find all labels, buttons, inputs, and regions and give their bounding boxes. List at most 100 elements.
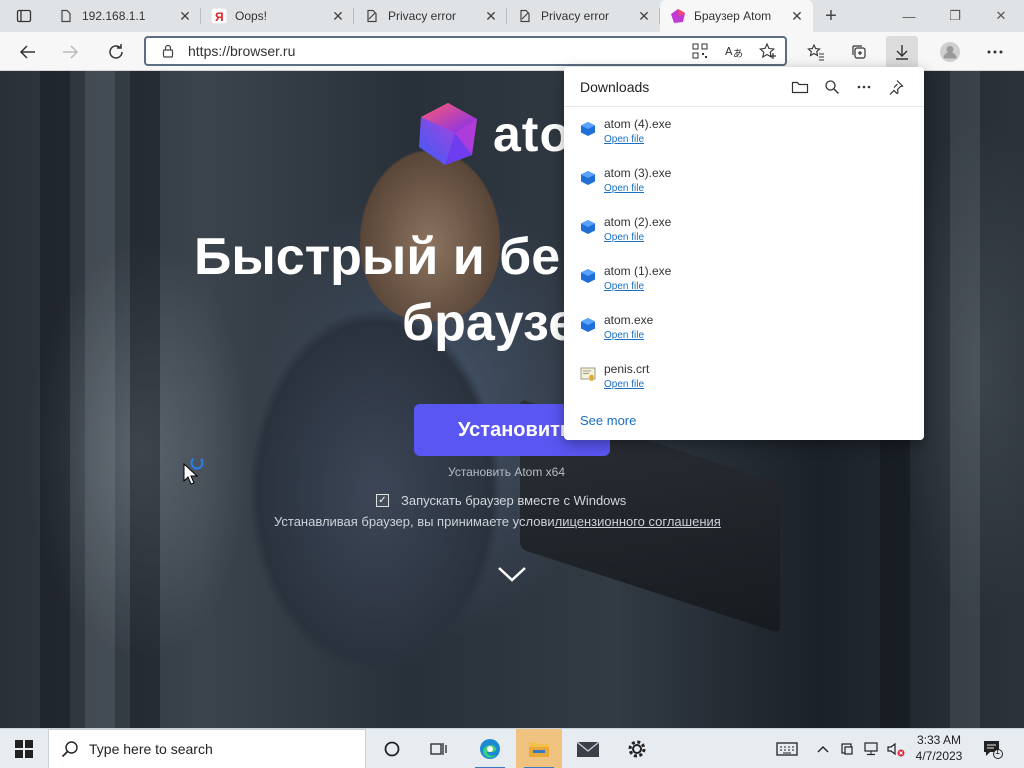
network-tray-icon[interactable] xyxy=(860,729,882,768)
gear-icon xyxy=(628,740,646,758)
tab-actions-button[interactable] xyxy=(0,0,48,32)
folder-icon xyxy=(529,742,549,757)
background-decoration xyxy=(40,71,70,728)
pin-downloads-button[interactable] xyxy=(880,71,912,103)
cortana-icon xyxy=(384,741,400,757)
downloads-more-button[interactable] xyxy=(848,71,880,103)
minimize-button[interactable]: — xyxy=(886,0,932,32)
close-icon[interactable]: ✕ xyxy=(636,8,652,24)
edge-icon xyxy=(480,739,500,759)
downloads-header: Downloads xyxy=(564,67,924,107)
task-view-button[interactable] xyxy=(416,729,462,768)
profile-button[interactable] xyxy=(934,36,966,68)
start-button[interactable] xyxy=(0,729,48,768)
tab-privacy-error[interactable]: Privacy error ✕ xyxy=(507,0,660,32)
settings-taskbar-button[interactable] xyxy=(614,729,660,768)
certificate-icon xyxy=(580,367,596,382)
tab-192-168-1-1[interactable]: 192.168.1.1 ✕ xyxy=(48,0,201,32)
install-x64-link[interactable]: Установить Atom x64 xyxy=(448,465,565,479)
download-file-name: atom (1).exe xyxy=(604,264,672,278)
tab-atom-browser[interactable]: Браузер Atom ✕ xyxy=(660,0,813,32)
scroll-down-button[interactable] xyxy=(497,565,527,588)
close-icon[interactable]: ✕ xyxy=(177,8,193,24)
mail-taskbar-button[interactable] xyxy=(565,729,611,768)
download-item[interactable]: penis.crt Open file xyxy=(564,352,924,401)
address-bar[interactable]: https://browser.ru Aあ xyxy=(144,36,787,66)
file-explorer-taskbar-button[interactable] xyxy=(516,729,562,768)
download-item[interactable]: atom (3).exe Open file xyxy=(564,156,924,205)
open-downloads-folder-button[interactable] xyxy=(784,71,816,103)
folder-icon xyxy=(791,81,809,93)
tab-title: 192.168.1.1 xyxy=(82,9,146,23)
refresh-button[interactable] xyxy=(100,36,132,68)
open-file-link[interactable]: Open file xyxy=(604,379,649,390)
privacy-error-icon xyxy=(517,8,533,24)
pin-icon xyxy=(889,79,904,95)
clock-time: 3:33 AM xyxy=(916,733,962,747)
svg-text:A: A xyxy=(725,45,733,58)
open-file-link[interactable]: Open file xyxy=(604,330,653,341)
see-more-link[interactable]: See more xyxy=(580,413,636,428)
collections-button[interactable] xyxy=(843,36,875,68)
license-link[interactable]: лицензионного соглашения xyxy=(555,514,721,529)
volume-tray-icon[interactable] xyxy=(884,729,908,768)
task-view-icon xyxy=(430,743,447,755)
restore-button[interactable]: ❐ xyxy=(932,0,978,32)
keyboard-button[interactable] xyxy=(768,729,806,768)
svg-text:あ: あ xyxy=(733,48,743,59)
back-button[interactable] xyxy=(12,36,44,68)
downloads-title: Downloads xyxy=(580,78,650,95)
open-file-link[interactable]: Open file xyxy=(604,232,671,243)
taskbar-search-box[interactable]: Type here to search xyxy=(48,729,366,768)
close-icon[interactable]: ✕ xyxy=(789,8,805,24)
download-file-name: atom (4).exe xyxy=(604,117,672,131)
chevron-down-icon xyxy=(498,567,526,582)
arrow-right-icon xyxy=(63,45,79,59)
settings-menu-button[interactable] xyxy=(979,36,1011,68)
edge-taskbar-button[interactable] xyxy=(467,729,513,768)
background-decoration xyxy=(130,71,160,728)
more-options-icon xyxy=(857,85,871,88)
windows-taskbar: Type here to search 3:33 AM 4/7/2023 1 xyxy=(0,728,1024,768)
downloads-button[interactable] xyxy=(886,36,918,68)
clock-date: 4/7/2023 xyxy=(915,749,963,763)
privacy-error-icon xyxy=(364,8,380,24)
open-file-link[interactable]: Open file xyxy=(604,281,671,292)
show-hidden-icons-button[interactable] xyxy=(812,729,834,768)
add-favorite-icon[interactable] xyxy=(751,42,785,60)
download-item[interactable]: atom (2).exe Open file xyxy=(564,205,924,254)
tab-oops[interactable]: Я Oops! ✕ xyxy=(201,0,354,32)
license-text: Устанавливая браузер, вы принимаете усло… xyxy=(274,514,555,529)
page-icon xyxy=(58,8,74,24)
mail-icon xyxy=(576,741,600,757)
collections-icon xyxy=(852,45,866,59)
tab-strip: 192.168.1.1 ✕ Я Oops! ✕ Privacy error ✕ … xyxy=(0,0,1024,32)
close-icon[interactable]: ✕ xyxy=(330,8,346,24)
url-text[interactable]: https://browser.ru xyxy=(188,43,683,59)
open-file-link[interactable]: Open file xyxy=(604,134,671,145)
atom-logo-icon xyxy=(419,103,477,165)
qr-code-icon[interactable] xyxy=(683,43,717,59)
new-tab-button[interactable]: + xyxy=(813,0,849,32)
launch-with-windows-checkbox[interactable]: ✓ xyxy=(376,494,389,507)
headline-line-1: Быстрый и бе xyxy=(194,228,561,286)
search-downloads-button[interactable] xyxy=(816,71,848,103)
tab-privacy-error[interactable]: Privacy error ✕ xyxy=(354,0,507,32)
open-file-link[interactable]: Open file xyxy=(604,183,671,194)
download-item[interactable]: atom (4).exe Open file xyxy=(564,107,924,156)
close-icon[interactable]: ✕ xyxy=(483,8,499,24)
action-center-button[interactable]: 1 xyxy=(978,729,1008,768)
lock-icon[interactable] xyxy=(154,44,182,58)
headline-line-2: браузе xyxy=(402,294,578,352)
cortana-button[interactable] xyxy=(369,729,415,768)
window-controls: — ❐ ✕ xyxy=(886,0,1024,32)
close-window-button[interactable]: ✕ xyxy=(978,0,1024,32)
forward-button[interactable] xyxy=(54,36,86,68)
download-item[interactable]: atom (1).exe Open file xyxy=(564,254,924,303)
download-item[interactable]: atom.exe Open file xyxy=(564,303,924,352)
translate-icon[interactable]: Aあ xyxy=(717,43,751,59)
launch-with-windows-row[interactable]: ✓ Запускать браузер вместе с Windows xyxy=(376,493,626,508)
system-clock[interactable]: 3:33 AM 4/7/2023 xyxy=(912,732,966,764)
device-tray-icon[interactable] xyxy=(838,729,856,768)
favorites-button[interactable] xyxy=(800,36,832,68)
